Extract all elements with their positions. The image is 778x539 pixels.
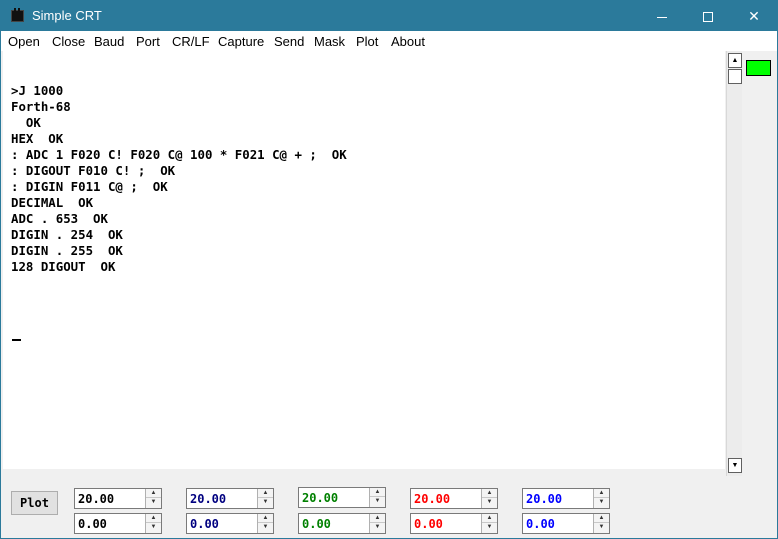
menu-item-cr-lf[interactable]: CR/LF xyxy=(172,34,210,49)
spinner-arrows: ▲ ▼ xyxy=(145,489,161,508)
spinner-arrows: ▲ ▼ xyxy=(369,488,385,507)
maximize-icon xyxy=(703,12,713,23)
spin-up-icon[interactable]: ▲ xyxy=(370,514,385,523)
spin-up-icon[interactable]: ▲ xyxy=(594,489,609,498)
channel-3-scale-value[interactable]: 20.00 xyxy=(302,491,338,505)
channel-2-offset-value[interactable]: 0.00 xyxy=(190,517,219,531)
terminal-line: 128 DIGOUT OK xyxy=(11,259,116,274)
terminal-line: DECIMAL OK xyxy=(11,195,94,210)
channel-4-scale-value[interactable]: 20.00 xyxy=(414,492,450,506)
terminal-line: OK xyxy=(11,115,41,130)
menu-item-plot[interactable]: Plot xyxy=(356,34,378,49)
spin-up-icon[interactable]: ▲ xyxy=(258,514,273,523)
spin-down-icon[interactable]: ▼ xyxy=(258,523,273,532)
status-indicator xyxy=(746,60,771,76)
spin-up-icon[interactable]: ▲ xyxy=(482,489,497,498)
close-window-button[interactable]: ✕ xyxy=(731,1,777,31)
channel-1-offset-value[interactable]: 0.00 xyxy=(78,517,107,531)
terminal-line: Forth-68 xyxy=(11,99,71,114)
spin-up-icon[interactable]: ▲ xyxy=(146,514,161,523)
menu-bar: Open Close Baud Port CR/LF Capture Send … xyxy=(1,31,777,51)
channel-1-offset-spinner[interactable]: 0.00 ▲ ▼ xyxy=(74,513,162,534)
chevron-up-icon: ▲ xyxy=(731,57,739,64)
spinner-arrows: ▲ ▼ xyxy=(593,489,609,508)
terminal-cursor xyxy=(12,339,21,341)
channel-5-scale-spinner[interactable]: 20.00 ▲ ▼ xyxy=(522,488,610,509)
terminal-line: : DIGIN F011 C@ ; OK xyxy=(11,179,168,194)
menu-item-baud[interactable]: Baud xyxy=(94,34,124,49)
spinner-arrows: ▲ ▼ xyxy=(481,489,497,508)
scroll-up-button[interactable]: ▲ xyxy=(728,53,742,68)
spinner-arrows: ▲ ▼ xyxy=(593,514,609,533)
channel-2-scale-value[interactable]: 20.00 xyxy=(190,492,226,506)
menu-item-open[interactable]: Open xyxy=(8,34,40,49)
spinner-arrows: ▲ ▼ xyxy=(257,489,273,508)
scrollbar-thumb[interactable] xyxy=(728,69,742,84)
spin-down-icon[interactable]: ▼ xyxy=(258,498,273,507)
spinner-arrows: ▲ ▼ xyxy=(257,514,273,533)
menu-item-mask[interactable]: Mask xyxy=(314,34,345,49)
channel-5-offset-value[interactable]: 0.00 xyxy=(526,517,555,531)
window-title: Simple CRT xyxy=(32,8,102,23)
terminal-line: : DIGOUT F010 C! ; OK xyxy=(11,163,176,178)
terminal-output[interactable]: >J 1000 Forth-68 OK HEX OK : ADC 1 F020 … xyxy=(3,51,725,469)
spin-up-icon[interactable]: ▲ xyxy=(482,514,497,523)
channel-2-scale-spinner[interactable]: 20.00 ▲ ▼ xyxy=(186,488,274,509)
spin-up-icon[interactable]: ▲ xyxy=(370,488,385,497)
spin-down-icon[interactable]: ▼ xyxy=(146,498,161,507)
terminal-line: : ADC 1 F020 C! F020 C@ 100 * F021 C@ + … xyxy=(11,147,347,162)
spin-down-icon[interactable]: ▼ xyxy=(594,498,609,507)
channel-3-offset-spinner[interactable]: 0.00 ▲ ▼ xyxy=(298,513,386,534)
menu-item-port[interactable]: Port xyxy=(136,34,160,49)
chevron-down-icon: ▼ xyxy=(731,462,739,469)
menu-item-capture[interactable]: Capture xyxy=(218,34,264,49)
channel-3-scale-spinner[interactable]: 20.00 ▲ ▼ xyxy=(298,487,386,508)
menu-item-close[interactable]: Close xyxy=(52,34,85,49)
channel-4-offset-value[interactable]: 0.00 xyxy=(414,517,443,531)
spin-up-icon[interactable]: ▲ xyxy=(258,489,273,498)
minimize-button[interactable] xyxy=(639,1,685,31)
vertical-scrollbar[interactable]: ▲ ▼ xyxy=(726,51,742,476)
channel-3-offset-value[interactable]: 0.00 xyxy=(302,517,331,531)
spinner-arrows: ▲ ▼ xyxy=(145,514,161,533)
terminal-line: DIGIN . 254 OK xyxy=(11,227,123,242)
channel-4-offset-spinner[interactable]: 0.00 ▲ ▼ xyxy=(410,513,498,534)
minimize-icon xyxy=(657,16,667,18)
menu-item-send[interactable]: Send xyxy=(274,34,304,49)
spinner-arrows: ▲ ▼ xyxy=(369,514,385,533)
terminal-line: ADC . 653 OK xyxy=(11,211,108,226)
app-window: Simple CRT ✕ Open Close Baud Port CR/LF … xyxy=(0,0,778,539)
spin-down-icon[interactable]: ▼ xyxy=(370,497,385,506)
spin-down-icon[interactable]: ▼ xyxy=(146,523,161,532)
channel-1-scale-spinner[interactable]: 20.00 ▲ ▼ xyxy=(74,488,162,509)
scroll-down-button[interactable]: ▼ xyxy=(728,458,742,473)
app-icon xyxy=(11,8,24,22)
menu-item-about[interactable]: About xyxy=(391,34,425,49)
terminal-text: >J 1000 Forth-68 OK HEX OK : ADC 1 F020 … xyxy=(11,83,347,275)
channel-5-scale-value[interactable]: 20.00 xyxy=(526,492,562,506)
channel-1-scale-value[interactable]: 20.00 xyxy=(78,492,114,506)
spin-down-icon[interactable]: ▼ xyxy=(482,523,497,532)
channel-4-scale-spinner[interactable]: 20.00 ▲ ▼ xyxy=(410,488,498,509)
maximize-button[interactable] xyxy=(685,1,731,31)
terminal-line: HEX OK xyxy=(11,131,64,146)
channel-5-offset-spinner[interactable]: 0.00 ▲ ▼ xyxy=(522,513,610,534)
channel-2-offset-spinner[interactable]: 0.00 ▲ ▼ xyxy=(186,513,274,534)
spin-down-icon[interactable]: ▼ xyxy=(482,498,497,507)
spin-down-icon[interactable]: ▼ xyxy=(370,523,385,532)
plot-button[interactable]: Plot xyxy=(11,491,58,515)
spinner-arrows: ▲ ▼ xyxy=(481,514,497,533)
close-icon: ✕ xyxy=(748,8,760,24)
title-bar[interactable]: Simple CRT ✕ xyxy=(1,1,777,31)
spin-down-icon[interactable]: ▼ xyxy=(594,523,609,532)
spin-up-icon[interactable]: ▲ xyxy=(146,489,161,498)
terminal-line: >J 1000 xyxy=(11,83,64,98)
terminal-line: DIGIN . 255 OK xyxy=(11,243,123,258)
spin-up-icon[interactable]: ▲ xyxy=(594,514,609,523)
